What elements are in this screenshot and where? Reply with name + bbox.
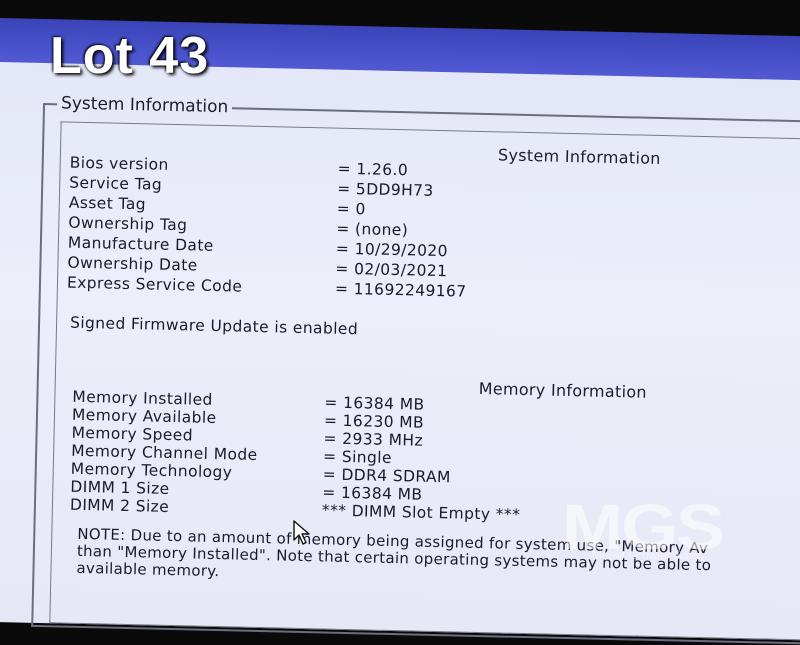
memory-value: = 16230 MB <box>323 411 425 432</box>
info-value: = 1.26.0 <box>337 159 409 180</box>
info-label: Ownership Tag <box>68 213 188 235</box>
info-value: = 5DD9H73 <box>337 179 434 200</box>
system-info-header: System Information <box>497 145 661 169</box>
mouse-cursor-icon <box>292 520 312 550</box>
info-label: Asset Tag <box>68 193 147 214</box>
info-value: = 02/03/2021 <box>335 259 448 281</box>
memory-value: = 16384 MB <box>322 483 423 504</box>
info-label: Bios version <box>69 153 169 174</box>
info-label: Ownership Date <box>67 253 198 275</box>
memory-value: = 16384 MB <box>324 393 425 414</box>
panel-title: System Information <box>56 93 233 118</box>
memory-label: DIMM 2 Size <box>69 495 170 516</box>
lot-label: Lot 43 <box>50 27 210 85</box>
info-label: Service Tag <box>69 173 163 194</box>
memory-label: DIMM 1 Size <box>70 477 170 498</box>
memory-info-header: Memory Information <box>478 378 648 402</box>
info-value: = 11692249167 <box>334 279 467 301</box>
info-value: = 0 <box>336 199 366 219</box>
memory-value: = Single <box>322 447 393 467</box>
info-value: = (none) <box>336 219 409 240</box>
memory-note-line: available memory. <box>76 558 220 581</box>
info-value: = 10/29/2020 <box>335 239 449 261</box>
info-label: Manufacture Date <box>67 233 214 255</box>
watermark-tagline: Mount Growler Sales <box>592 548 705 562</box>
memory-value: = 2933 MHz <box>323 429 424 450</box>
